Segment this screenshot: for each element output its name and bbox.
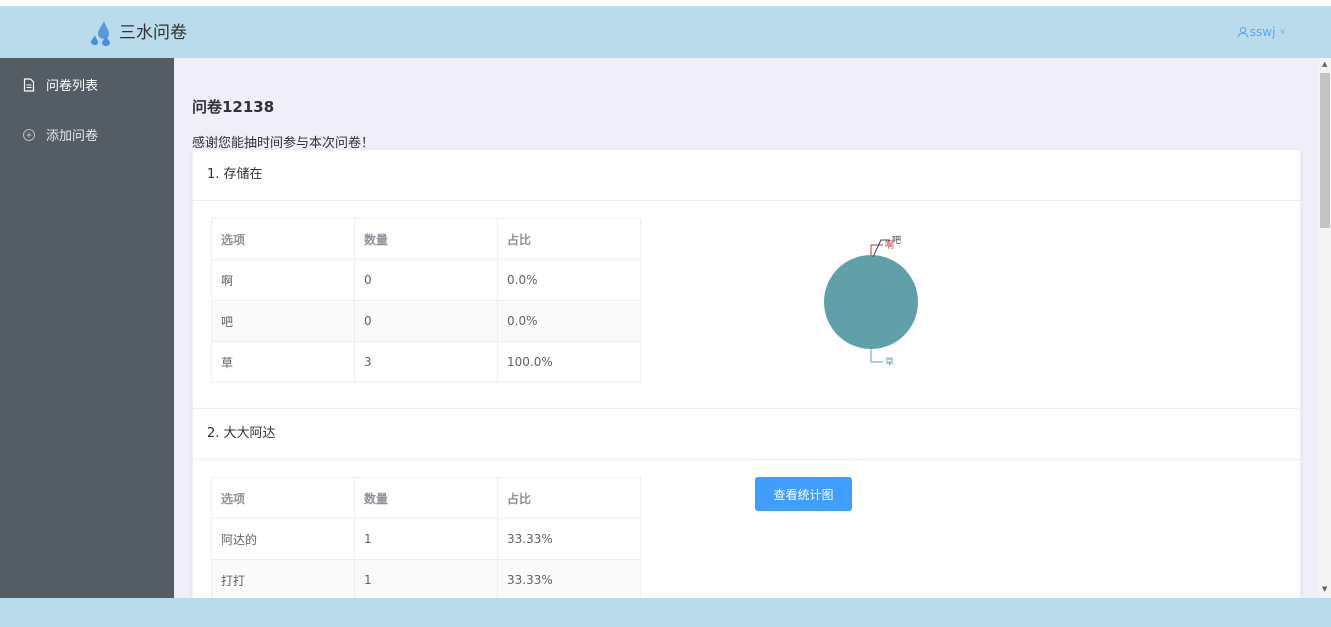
percent-cell: 100.0%	[497, 341, 641, 383]
options-table: 选项 数量 占比 啊 0 0.0% 吧 0 0.0% 草 3 100.0%	[211, 218, 641, 383]
user-menu[interactable]: sswj ∨	[1237, 25, 1286, 39]
footer-bar	[0, 598, 1331, 627]
pie-label: 吧	[892, 235, 901, 246]
pie-chart: 啊吧草	[824, 235, 918, 368]
count-cell: 1	[354, 518, 498, 560]
column-header-percent: 占比	[497, 477, 641, 519]
percent-cell: 33.33%	[497, 518, 641, 560]
percent-cell: 33.33%	[497, 559, 641, 598]
scroll-down-arrow-icon[interactable]: ▼	[1322, 585, 1327, 593]
pie-label-line	[870, 349, 883, 363]
table-row: 草 3 100.0%	[211, 341, 641, 383]
document-icon	[23, 77, 35, 92]
column-header-option: 选项	[211, 477, 355, 519]
sidebar-item-add-survey[interactable]: 添加问卷	[22, 125, 98, 144]
pie-slice[interactable]	[824, 255, 918, 349]
column-header-count: 数量	[354, 218, 498, 260]
column-header-count: 数量	[354, 477, 498, 519]
chevron-down-icon: ∨	[1279, 27, 1286, 37]
question-card-1: 1. 存储在 选项 数量 占比 啊 0 0.0% 吧 0 0.0% 草 3 10…	[192, 149, 1301, 410]
sidebar-item-label: 问卷列表	[46, 79, 99, 94]
water-drops-icon	[91, 21, 110, 46]
question-title: 2. 大大阿达	[193, 409, 1300, 460]
username: sswj	[1249, 25, 1276, 39]
app-name: 三水问卷	[119, 23, 187, 43]
app-logo[interactable]: 三水问卷	[88, 20, 187, 46]
pie-label-line	[870, 244, 883, 255]
count-cell: 0	[354, 259, 498, 301]
table-row: 打打 1 33.33%	[211, 559, 641, 598]
scrollbar-thumb[interactable]	[1320, 73, 1330, 228]
question-title: 1. 存储在	[193, 150, 1300, 201]
option-cell: 啊	[211, 259, 355, 301]
sidebar-item-survey-list[interactable]: 问卷列表	[22, 75, 98, 94]
column-header-option: 选项	[211, 218, 355, 260]
count-cell: 0	[354, 300, 498, 342]
table-row: 啊 0 0.0%	[211, 259, 641, 301]
main-content: 问卷12138 感谢您能抽时间参与本次问卷！ 1. 存储在 选项 数量 占比 啊…	[174, 58, 1319, 598]
view-chart-button[interactable]: 查看统计图	[755, 477, 852, 511]
options-table: 选项 数量 占比 阿达的 1 33.33% 打打 1 33.33%	[211, 477, 641, 598]
survey-title: 问卷12138	[192, 98, 275, 116]
table-row: 吧 0 0.0%	[211, 300, 641, 342]
count-cell: 3	[354, 341, 498, 383]
option-cell: 草	[211, 341, 355, 383]
option-cell: 吧	[211, 300, 355, 342]
option-cell: 阿达的	[211, 518, 355, 560]
user-icon	[1237, 26, 1249, 38]
count-cell: 1	[354, 559, 498, 598]
scroll-up-arrow-icon[interactable]: ▲	[1322, 60, 1327, 68]
percent-cell: 0.0%	[497, 300, 641, 342]
circle-plus-icon	[23, 128, 35, 141]
sidebar: 问卷列表 添加问卷	[0, 58, 174, 598]
percent-cell: 0.0%	[497, 259, 641, 301]
table-header-row: 选项 数量 占比	[211, 477, 641, 519]
question-card-2: 2. 大大阿达 选项 数量 占比 阿达的 1 33.33% 打打 1 33.33…	[192, 408, 1301, 598]
sidebar-item-label: 添加问卷	[46, 129, 99, 144]
table-row: 阿达的 1 33.33%	[211, 518, 641, 560]
option-cell: 打打	[211, 559, 355, 598]
column-header-percent: 占比	[497, 218, 641, 260]
pie-label: 草	[885, 356, 894, 368]
table-header-row: 选项 数量 占比	[211, 218, 641, 260]
top-header: 三水问卷 sswj ∨	[0, 6, 1331, 58]
